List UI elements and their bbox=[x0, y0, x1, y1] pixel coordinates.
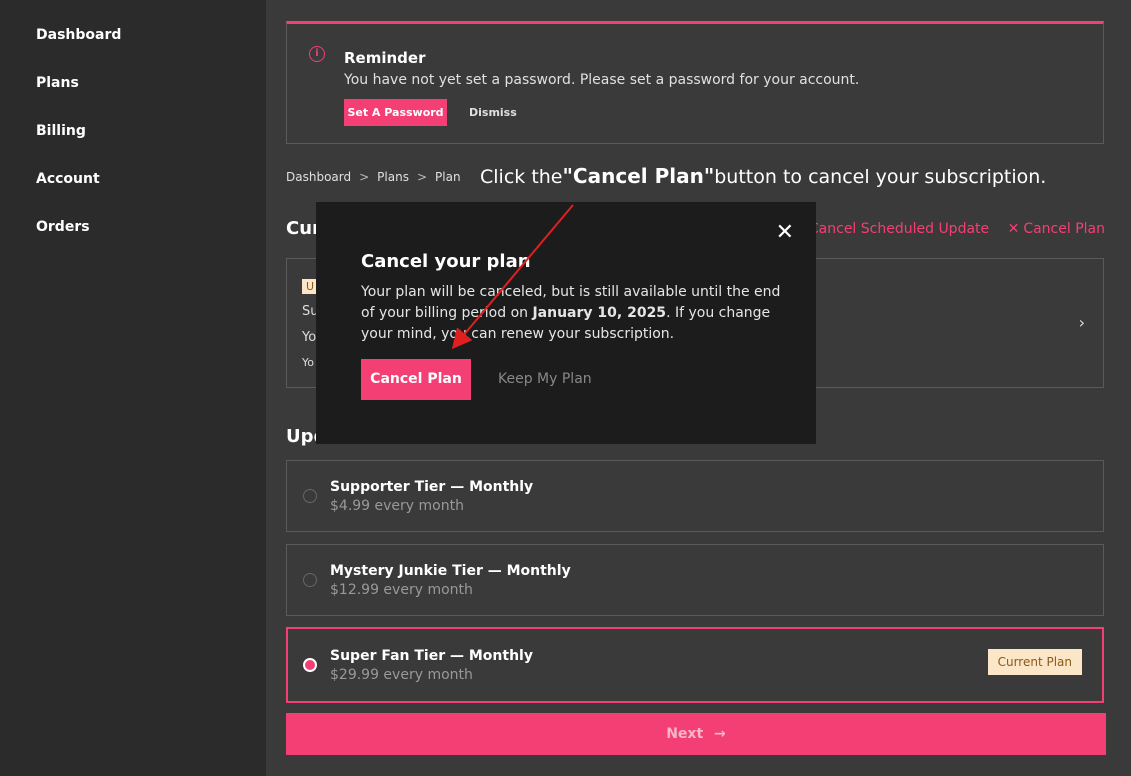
reminder-banner: i Reminder You have not yet set a passwo… bbox=[286, 21, 1104, 144]
plan-option-mystery-junkie[interactable]: Mystery Junkie Tier — Monthly $12.99 eve… bbox=[286, 544, 1104, 616]
breadcrumb-plan: Plan bbox=[435, 170, 461, 184]
reminder-title: Reminder bbox=[344, 49, 426, 67]
sidebar-item-billing[interactable]: Billing bbox=[36, 123, 86, 139]
sidebar-item-plans[interactable]: Plans bbox=[36, 75, 79, 91]
instruction-before: Click the bbox=[480, 166, 563, 188]
plan-actions: Cancel Scheduled Update ✕ Cancel Plan bbox=[795, 221, 1105, 237]
modal-body: Your plan will be canceled, but is still… bbox=[361, 282, 781, 345]
reminder-message: You have not yet set a password. Please … bbox=[344, 72, 860, 88]
sidebar-item-dashboard[interactable]: Dashboard bbox=[36, 27, 121, 43]
keep-my-plan-button[interactable]: Keep My Plan bbox=[498, 359, 592, 400]
cancel-plan-modal: ✕ Cancel your plan Your plan will be can… bbox=[316, 202, 816, 444]
plan-price: $4.99 every month bbox=[330, 498, 464, 514]
modal-title: Cancel your plan bbox=[361, 251, 531, 272]
breadcrumb-separator: > bbox=[416, 170, 428, 184]
current-plan-detail: Yo bbox=[302, 330, 317, 345]
close-icon: ✕ bbox=[1007, 221, 1020, 237]
breadcrumb: Dashboard > Plans > Plan bbox=[286, 170, 461, 184]
next-button[interactable]: Next → bbox=[286, 713, 1106, 755]
sidebar: Dashboard Plans Billing Account Orders bbox=[0, 0, 266, 776]
plan-price: $29.99 every month bbox=[330, 667, 473, 683]
current-plan-badge: Current Plan bbox=[987, 649, 1082, 675]
plan-name: Supporter Tier — Monthly bbox=[330, 479, 534, 495]
plan-price: $12.99 every month bbox=[330, 582, 473, 598]
sidebar-item-account[interactable]: Account bbox=[36, 171, 100, 187]
plan-option-supporter[interactable]: Supporter Tier — Monthly $4.99 every mon… bbox=[286, 460, 1104, 532]
breadcrumb-plans[interactable]: Plans bbox=[377, 170, 409, 184]
plan-name: Mystery Junkie Tier — Monthly bbox=[330, 563, 571, 579]
instruction-highlight: "Cancel Plan" bbox=[562, 164, 715, 188]
arrow-right-icon: → bbox=[714, 726, 726, 742]
radio-button-selected[interactable] bbox=[303, 658, 317, 672]
current-plan-note: Yo bbox=[302, 356, 314, 369]
instruction-after: button to cancel your subscription. bbox=[714, 166, 1047, 188]
cancel-plan-link[interactable]: ✕ Cancel Plan bbox=[1008, 221, 1105, 237]
close-icon[interactable]: ✕ bbox=[776, 220, 794, 245]
set-password-button[interactable]: Set A Password bbox=[344, 99, 447, 126]
radio-button[interactable] bbox=[303, 489, 317, 503]
modal-body-date: January 10, 2025 bbox=[532, 305, 667, 321]
instruction-text: Click the"Cancel Plan"button to cancel y… bbox=[480, 164, 1046, 188]
breadcrumb-separator: > bbox=[359, 170, 370, 184]
cancel-scheduled-update-button[interactable]: Cancel Scheduled Update bbox=[809, 221, 989, 237]
cancel-plan-link-label: Cancel Plan bbox=[1023, 221, 1105, 237]
next-button-label: Next bbox=[666, 726, 704, 742]
chevron-right-icon: › bbox=[1078, 313, 1085, 332]
breadcrumb-dashboard[interactable]: Dashboard bbox=[286, 170, 351, 184]
info-icon: i bbox=[309, 46, 325, 62]
plan-option-super-fan[interactable]: Super Fan Tier — Monthly $29.99 every mo… bbox=[286, 627, 1104, 703]
plan-name: Super Fan Tier — Monthly bbox=[330, 648, 533, 664]
dismiss-button[interactable]: Dismiss bbox=[469, 99, 517, 126]
sidebar-item-orders[interactable]: Orders bbox=[36, 219, 90, 235]
radio-button[interactable] bbox=[303, 573, 317, 587]
cancel-plan-button[interactable]: Cancel Plan bbox=[361, 359, 471, 400]
